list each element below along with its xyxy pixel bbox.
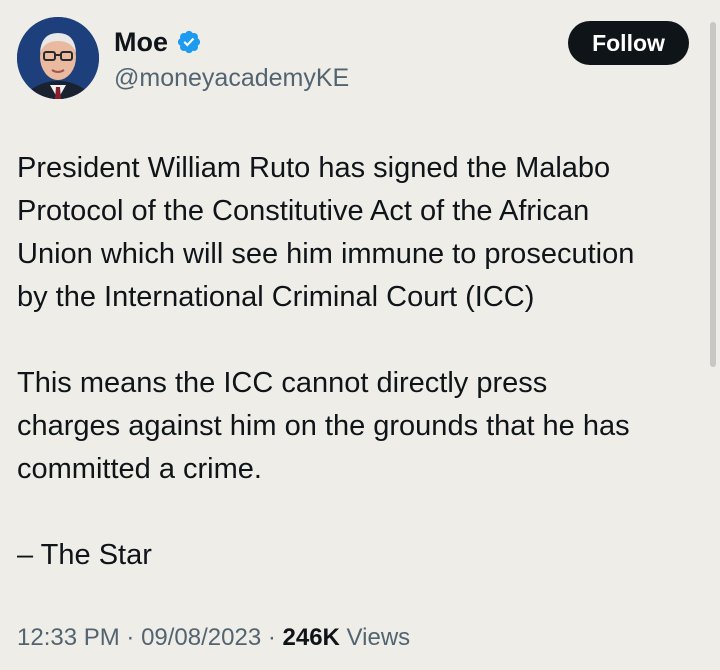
meta-separator: ·	[261, 624, 283, 651]
author-display-name[interactable]: Moe	[114, 25, 168, 59]
scrollbar[interactable]	[710, 22, 716, 367]
avatar[interactable]	[17, 17, 99, 99]
tweet-body: President William Ruto has signed the Ma…	[17, 147, 707, 577]
tweet-meta: 12:33 PM · 09/08/2023 · 246K Views	[17, 622, 410, 654]
author-name-row: Moe	[114, 25, 202, 59]
meta-separator: ·	[119, 624, 142, 651]
views-label: Views	[339, 624, 411, 651]
tweet-time[interactable]: 12:33 PM	[17, 624, 120, 651]
tweet-date[interactable]: 09/08/2023	[141, 624, 261, 651]
author-handle[interactable]: @moneyacademyKE	[114, 63, 349, 93]
tweet-card: Moe @moneyacademyKE Follow President Wil…	[0, 0, 720, 670]
tweet-paragraph: This means the ICC cannot directly press…	[17, 367, 630, 485]
follow-button[interactable]: Follow	[568, 21, 689, 65]
tweet-paragraph: President William Ruto has signed the Ma…	[17, 152, 635, 313]
avatar-photo	[17, 17, 99, 99]
views-count[interactable]: 246K	[283, 624, 340, 651]
tweet-paragraph: – The Star	[17, 539, 152, 571]
verified-badge-icon	[177, 30, 201, 54]
